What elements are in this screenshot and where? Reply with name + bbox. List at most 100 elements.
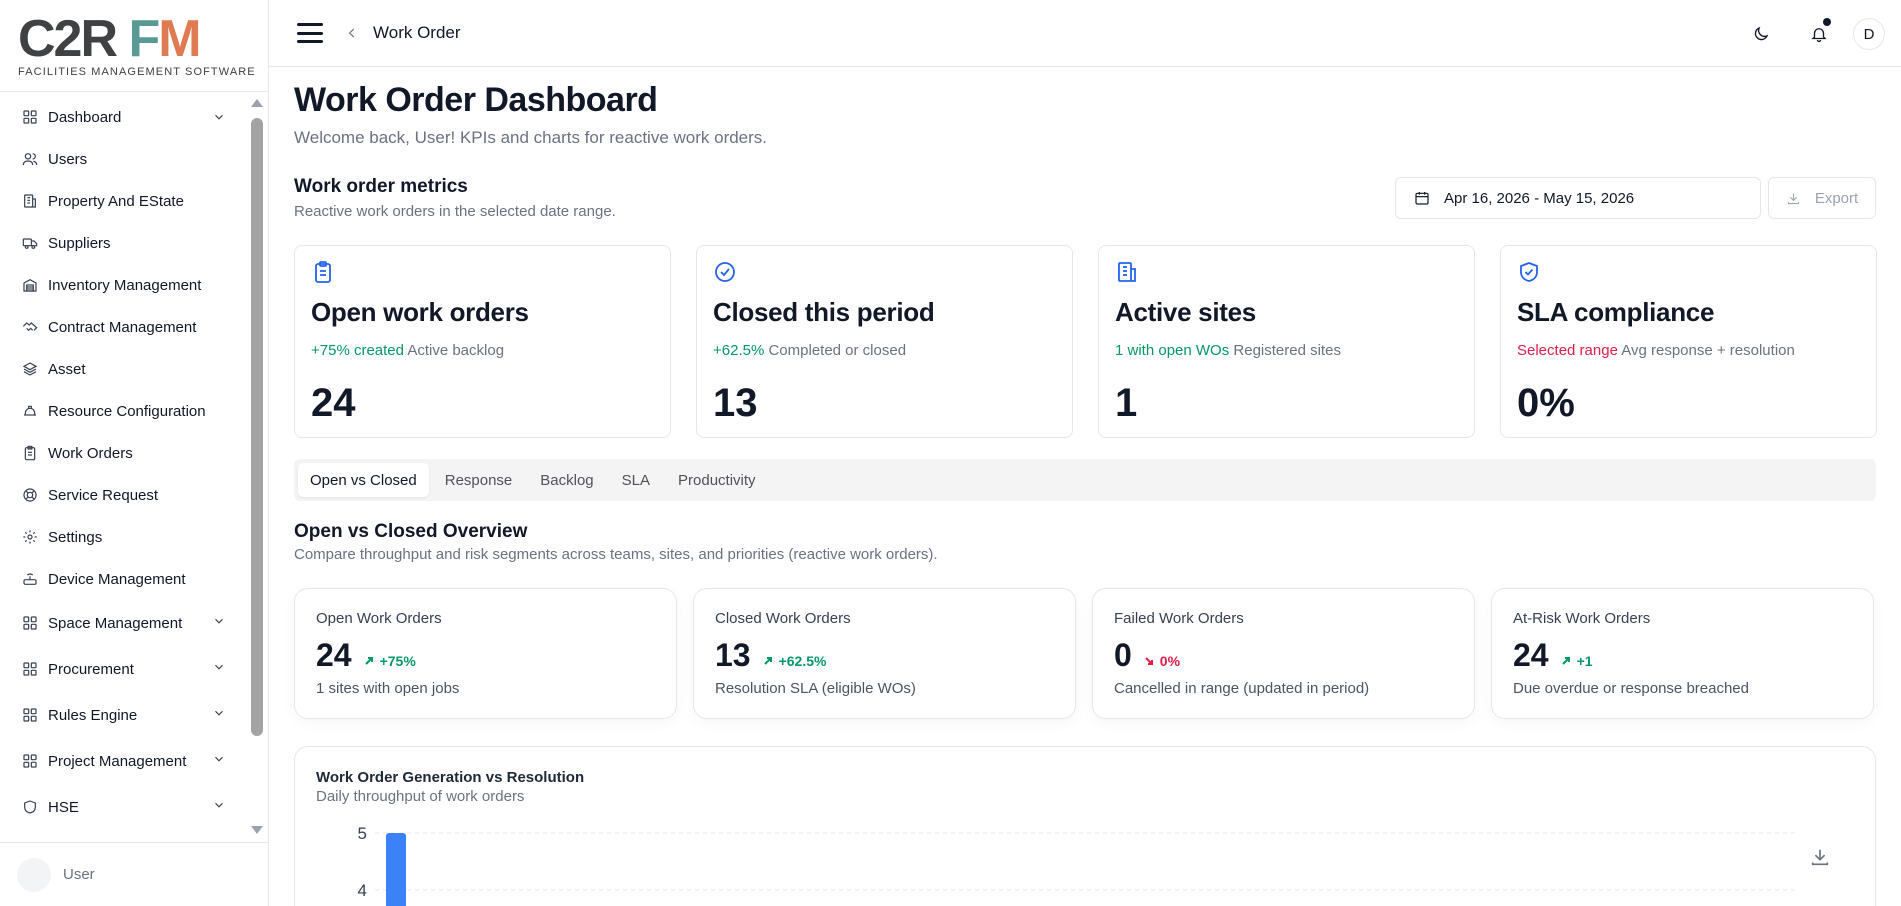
sidebar-item-hse[interactable]: HSE [0,784,250,830]
sidebar-item-settings[interactable]: Settings [0,516,250,558]
sidebar-item-label: Inventory Management [48,276,202,294]
stat-value: 24 [316,637,352,673]
export-label: Export [1814,189,1859,207]
layers-icon [21,360,39,378]
trend-up-icon [1561,653,1577,669]
sidebar-user[interactable]: User [0,842,269,906]
sidebar-item-contract-management[interactable]: Contract Management [0,306,250,348]
breadcrumb: Work Order [373,23,461,42]
scroll-down-arrow[interactable] [251,826,263,834]
dashboard-icon [21,108,39,126]
main-content: Work Order Dashboard Welcome back, User!… [294,67,1877,906]
stat-footer: Resolution SLA (eligible WOs) [715,680,916,697]
sidebar-item-work-orders[interactable]: Work Orders [0,432,250,474]
sidebar-item-label: Project Management [48,752,187,770]
throughput-chart: 54 [358,824,1795,906]
y-tick-label: 5 [358,824,367,843]
sidebar-item-label: Procurement [48,660,134,678]
tab-open-vs-closed[interactable]: Open vs Closed [298,463,429,497]
date-range-picker[interactable]: Apr 16, 2026 - May 15, 2026 [1395,177,1761,219]
menu-toggle-icon[interactable] [297,23,323,43]
sidebar-item-users[interactable]: Users [0,138,250,180]
scroll-up-arrow[interactable] [251,99,263,107]
chevron-down-icon[interactable] [212,798,226,816]
chevron-down-icon[interactable] [212,660,226,678]
notification-dot [1823,18,1831,26]
stat-delta: +1 [1561,653,1593,669]
sidebar-item-label: Settings [48,528,103,546]
stat-delta-value: +62.5% [778,653,827,669]
sidebar-item-asset[interactable]: Asset [0,348,250,390]
kpi-value: 0% [1517,381,1575,425]
sidebar-item-service-request[interactable]: Service Request [0,474,250,516]
sidebar-item-device-management[interactable]: Device Management [0,558,250,600]
stat-delta: +62.5% [763,653,827,669]
logo[interactable]: C2R FM FACILITIES MANAGEMENT SOFTWARE [0,0,268,92]
chart-bar[interactable] [386,833,406,906]
sidebar-item-label: Service Request [48,486,159,504]
sidebar-item-space-management[interactable]: Space Management [0,600,250,646]
logo-wordmark-f: F [128,10,160,68]
sidebar-item-label: Rules Engine [48,706,138,724]
page-title: Work Order Dashboard [294,81,658,119]
sidebar-item-label: Contract Management [48,318,197,336]
lifebuoy-icon [21,486,39,504]
kpi-card: SLA compliance Selected range Avg respons… [1500,245,1877,438]
sidebar-item-project-management[interactable]: Project Management [0,738,250,784]
chevron-left-icon[interactable] [345,26,359,40]
kpi-card: Closed this period +62.5% Completed or cl… [696,245,1073,438]
dashboard-icon [21,660,39,678]
chart-title: Work Order Generation vs Resolution [316,769,585,786]
sidebar-scrollbar[interactable] [249,96,265,836]
bell-icon[interactable] [1801,16,1837,52]
stat-footer: Due overdue or response breached [1513,680,1749,697]
clipboard-icon [311,260,654,289]
router-icon [21,570,39,588]
user-menu-button[interactable]: D [1853,18,1885,50]
dashboard-icon [21,614,39,632]
sidebar-item-label: Asset [48,360,86,378]
sidebar-item-inventory-management[interactable]: Inventory Management [0,264,250,306]
stat-footer: 1 sites with open jobs [316,680,460,697]
sidebar-item-suppliers[interactable]: Suppliers [0,222,250,264]
sidebar-nav: Dashboard Users Property And EState Supplie… [0,96,250,830]
sidebar-item-label: Users [48,150,88,168]
hardhat-icon [21,402,39,420]
logo-wordmark-c2r: C2R [18,10,118,68]
moon-icon[interactable] [1743,16,1779,52]
tab-sla[interactable]: SLA [610,463,662,497]
chevron-down-icon[interactable] [212,614,226,632]
trend-down-icon [1144,653,1160,669]
kpi-highlight: 1 with open WOs [1115,342,1230,359]
tab-backlog[interactable]: Backlog [528,463,605,497]
chart-subtitle: Daily throughput of work orders [316,788,525,805]
dashboard-icon [21,706,39,724]
sidebar-item-property-and-estate[interactable]: Property And EState [0,180,250,222]
kpi-highlight: Selected range [1517,342,1618,359]
metrics-title: Work order metrics [294,176,468,197]
calendar-icon [1415,192,1429,205]
tab-response[interactable]: Response [433,463,525,497]
export-button[interactable]: Export [1768,177,1876,219]
stat-card: Failed Work Orders 0 0% Cancelled in range … [1092,588,1475,719]
chevron-down-icon[interactable] [212,706,226,724]
sidebar-item-procurement[interactable]: Procurement [0,646,250,692]
sidebar-item-dashboard[interactable]: Dashboard [0,96,250,138]
chevron-down-icon[interactable] [212,110,226,128]
kpi-value: 13 [713,381,758,425]
shield-check-icon [1517,260,1860,289]
avatar [17,857,51,892]
stat-row: Open Work Orders 24 +75% 1 sites with open … [294,588,1876,719]
sidebar-item-label: Resource Configuration [48,402,206,420]
kpi-value: 1 [1115,381,1138,425]
stat-delta-value: +75% [379,653,416,669]
sidebar-item-rules-engine[interactable]: Rules Engine [0,692,250,738]
scroll-thumb[interactable] [251,118,263,736]
tab-productivity[interactable]: Productivity [666,463,768,497]
trend-up-icon [364,653,380,669]
sidebar-item-label: Work Orders [48,444,133,462]
dashboard-icon [21,752,39,770]
kpi-highlight: +62.5% [713,342,765,359]
chevron-down-icon[interactable] [212,752,226,770]
sidebar-item-resource-configuration[interactable]: Resource Configuration [0,390,250,432]
